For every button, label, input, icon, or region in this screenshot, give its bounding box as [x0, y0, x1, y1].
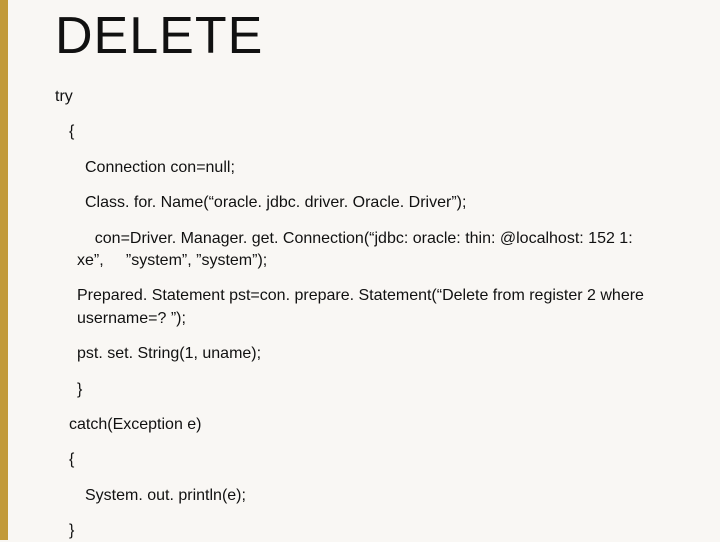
code-line: System. out. println(e);: [55, 485, 665, 507]
accent-bar: [0, 0, 8, 540]
code-line: }: [55, 379, 665, 401]
code-line: pst. set. String(1, uname);: [55, 343, 665, 365]
code-line: Class. for. Name(“oracle. jdbc. driver. …: [55, 192, 665, 214]
slide-content: DELETE try { Connection con=null; Class.…: [55, 0, 665, 540]
code-block: try { Connection con=null; Class. for. N…: [55, 86, 665, 542]
code-line: con=Driver. Manager. get. Connection(“jd…: [55, 228, 665, 273]
code-line: Connection con=null;: [55, 157, 665, 179]
code-line: {: [55, 121, 665, 143]
slide-title: DELETE: [55, 6, 665, 66]
code-line: {: [55, 449, 665, 471]
code-line: }: [55, 520, 665, 542]
code-line: try: [55, 86, 665, 108]
code-line: Prepared. Statement pst=con. prepare. St…: [55, 285, 665, 330]
code-line: catch(Exception e): [55, 414, 665, 436]
